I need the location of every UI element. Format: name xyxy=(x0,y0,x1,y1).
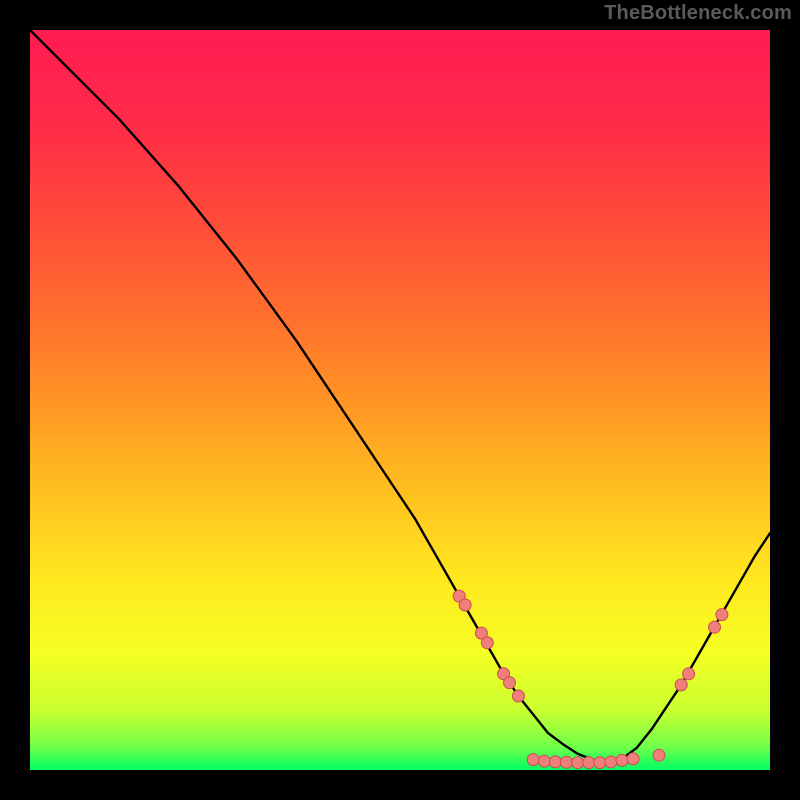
data-marker xyxy=(583,757,595,769)
data-marker xyxy=(627,753,639,765)
data-marker xyxy=(549,756,561,768)
data-marker xyxy=(675,679,687,691)
data-marker xyxy=(653,749,665,761)
chart-stage: TheBottleneck.com xyxy=(0,0,800,800)
data-marker xyxy=(538,755,550,767)
data-marker xyxy=(512,690,524,702)
data-marker xyxy=(481,637,493,649)
data-marker xyxy=(527,754,539,766)
data-marker xyxy=(594,757,606,769)
plot-area xyxy=(30,30,770,770)
data-marker xyxy=(605,756,617,768)
data-marker xyxy=(709,621,721,633)
watermark-text: TheBottleneck.com xyxy=(604,2,792,25)
bottleneck-curve xyxy=(30,30,770,763)
curve-layer xyxy=(30,30,770,770)
data-marker xyxy=(716,609,728,621)
data-marker xyxy=(504,677,516,689)
data-marker xyxy=(459,599,471,611)
data-marker xyxy=(561,756,573,768)
data-marker xyxy=(683,668,695,680)
data-marker xyxy=(572,757,584,769)
data-marker xyxy=(616,754,628,766)
